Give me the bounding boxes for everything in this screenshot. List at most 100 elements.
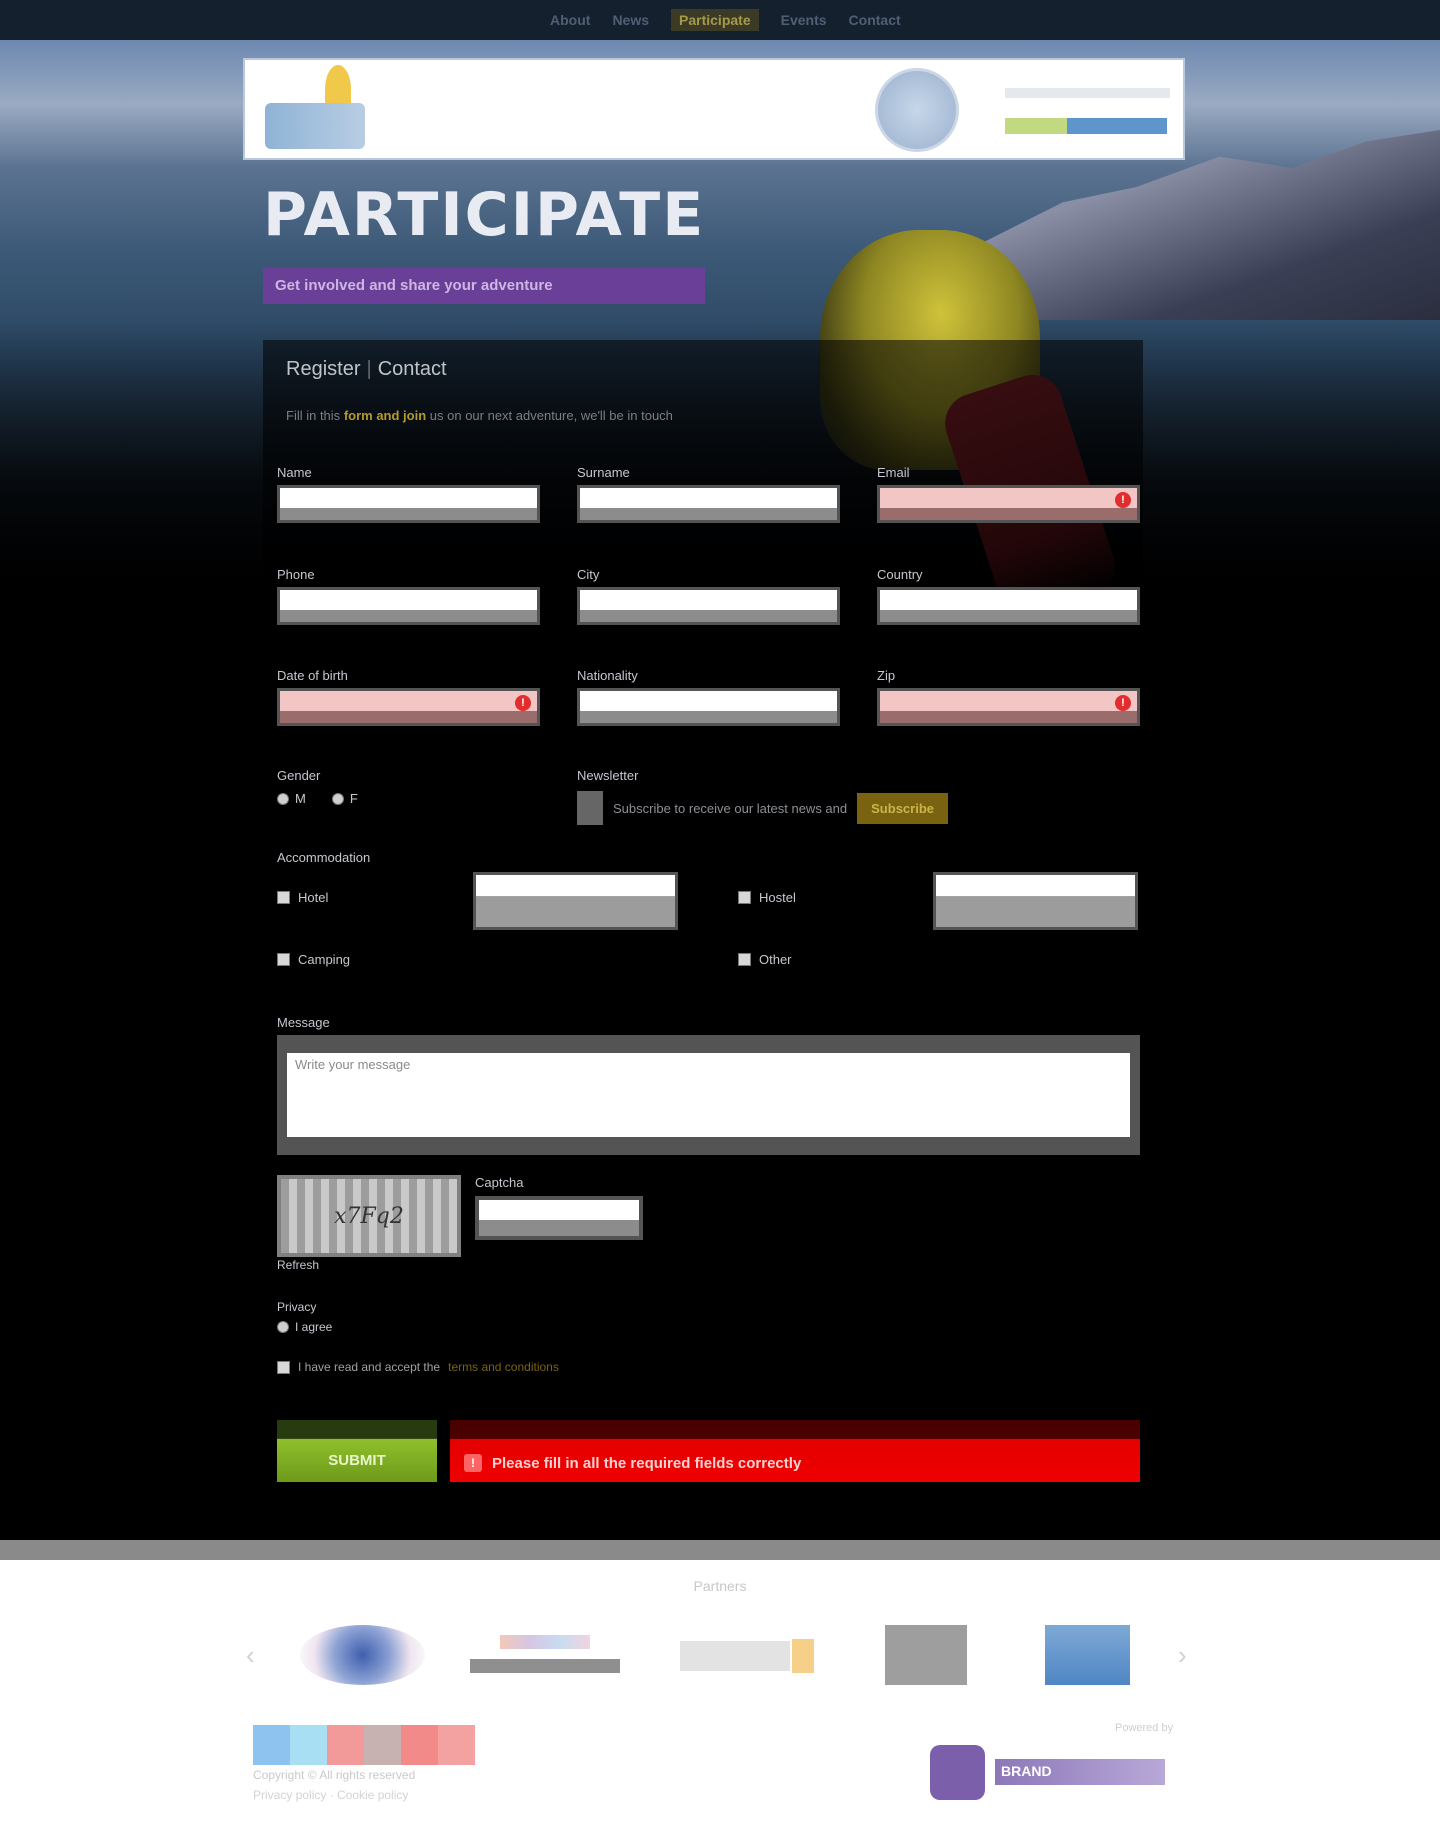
phone-input[interactable] xyxy=(277,587,540,625)
privacy-option-label: I agree xyxy=(295,1320,333,1334)
partner-logo[interactable] xyxy=(470,1625,620,1685)
captcha-input[interactable] xyxy=(475,1196,643,1240)
accommodation-option[interactable]: Hotel xyxy=(277,890,328,905)
partners-next-arrow-icon[interactable]: › xyxy=(1178,1640,1187,1671)
footer-brand-logo[interactable]: BRAND xyxy=(930,1745,1175,1800)
powered-by-label: Powered by xyxy=(1115,1722,1174,1734)
submit-button[interactable]: SUBMIT xyxy=(277,1420,437,1482)
first-name-input[interactable] xyxy=(277,485,540,523)
accommodation-option-label: Hotel xyxy=(298,890,329,905)
last-name-label: Surname xyxy=(577,465,630,480)
radio-icon[interactable] xyxy=(277,792,289,805)
accommodation-label: Accommodation xyxy=(277,850,371,865)
checkbox-icon[interactable] xyxy=(738,953,751,966)
country-input[interactable] xyxy=(877,587,1140,625)
last-name-field: Surname xyxy=(577,465,840,523)
email-label: Email xyxy=(877,465,910,480)
newsletter-text: Subscribe to receive our latest news and xyxy=(613,800,848,816)
form-heading-sub: Contact xyxy=(377,358,447,380)
nav-link-active[interactable]: Participate xyxy=(671,9,759,31)
newsletter-subscribe-button[interactable]: Subscribe xyxy=(857,792,948,824)
last-name-input[interactable] xyxy=(577,485,840,523)
youtube-icon[interactable] xyxy=(327,1725,364,1765)
brand-text: BRAND xyxy=(995,1759,1165,1785)
message-label: Message xyxy=(277,1015,330,1030)
error-icon: ! xyxy=(464,1454,482,1472)
accommodation-input[interactable] xyxy=(473,872,678,930)
privacy-label: Privacy xyxy=(277,1300,317,1314)
gender-option-f[interactable]: F xyxy=(331,791,358,806)
twitter-icon[interactable] xyxy=(253,1725,290,1765)
partner-logo-graphic xyxy=(792,1639,814,1673)
zip-field: Zip ! xyxy=(877,668,1140,726)
sponsor-logo-green xyxy=(1005,118,1067,134)
flickr-icon[interactable] xyxy=(401,1725,438,1765)
radio-icon[interactable] xyxy=(277,1321,289,1333)
city-label: City xyxy=(577,567,600,582)
partners-title: Partners xyxy=(693,1578,747,1594)
logo-mark xyxy=(265,103,365,149)
facebook-icon[interactable] xyxy=(290,1725,327,1765)
gender-options: M F xyxy=(277,791,358,806)
privacy-option[interactable]: I agree xyxy=(277,1320,332,1334)
gender-label: Gender xyxy=(277,768,321,783)
first-name-label: Name xyxy=(277,465,312,480)
checkbox-icon[interactable] xyxy=(277,953,290,966)
sponsor-logo[interactable] xyxy=(1005,82,1173,142)
radio-icon[interactable] xyxy=(331,792,344,805)
partners-prev-arrow-icon[interactable]: ‹ xyxy=(246,1640,255,1671)
pinterest-icon[interactable] xyxy=(438,1725,475,1765)
nationality-label: Nationality xyxy=(577,668,638,683)
partner-logo[interactable] xyxy=(1045,1625,1130,1685)
gender-option-m[interactable]: M xyxy=(277,791,306,806)
form-heading-main: Register xyxy=(286,358,361,380)
terms-link[interactable]: terms and conditions xyxy=(448,1360,559,1374)
error-icon: ! xyxy=(1115,695,1131,711)
email-field: Email ! xyxy=(877,465,1140,523)
birth-date-input[interactable]: ! xyxy=(277,688,540,726)
form-heading-sep: | xyxy=(366,358,372,380)
sponsor-logo-blue xyxy=(1067,118,1167,134)
partner-logo-text xyxy=(470,1659,620,1673)
accommodation-option-label: Other xyxy=(759,952,792,967)
nav-link[interactable]: Contact xyxy=(849,12,901,28)
accommodation-option[interactable]: Camping xyxy=(277,952,350,967)
city-input[interactable] xyxy=(577,587,840,625)
partner-logo[interactable] xyxy=(300,1625,425,1685)
partners-section: Partners ‹ › xyxy=(0,1540,1440,1710)
nav-link[interactable]: Events xyxy=(781,12,827,28)
zip-input[interactable]: ! xyxy=(877,688,1140,726)
footer-links[interactable]: Privacy policy · Cookie policy xyxy=(253,1788,408,1802)
checkbox-icon[interactable] xyxy=(738,891,751,904)
newsletter-checkbox[interactable] xyxy=(577,791,603,825)
country-field: Country xyxy=(877,567,1140,625)
captcha-label: Captcha xyxy=(475,1175,524,1190)
error-icon: ! xyxy=(515,695,531,711)
site-logo[interactable] xyxy=(265,65,375,155)
checkbox-icon[interactable] xyxy=(277,891,290,904)
social-links xyxy=(253,1725,475,1765)
nav-link[interactable]: About xyxy=(550,12,590,28)
terms-checkbox[interactable] xyxy=(277,1360,290,1374)
partner-logo-graphic xyxy=(500,1635,590,1649)
accommodation-option[interactable]: Hostel xyxy=(738,890,796,905)
message-textarea[interactable]: Write your message xyxy=(277,1035,1140,1155)
birth-date-label: Date of birth xyxy=(277,668,348,683)
newsletter-label: Newsletter xyxy=(577,768,639,783)
intro-highlight: form and join xyxy=(343,408,427,423)
nav-link[interactable]: News xyxy=(612,12,649,28)
header-bar xyxy=(243,58,1185,160)
accommodation-input[interactable] xyxy=(933,872,1138,930)
page-subtitle: Get involved and share your adventure xyxy=(263,268,705,304)
partner-logo[interactable] xyxy=(680,1625,820,1685)
footer-copyright: Copyright © All rights reserved xyxy=(253,1768,416,1782)
email-input[interactable]: ! xyxy=(877,485,1140,523)
phone-field: Phone xyxy=(277,567,540,625)
captcha-refresh-link[interactable]: Refresh xyxy=(277,1258,319,1272)
instagram-icon[interactable] xyxy=(364,1725,401,1765)
accommodation-option[interactable]: Other xyxy=(738,952,792,967)
brand-icon xyxy=(930,1745,985,1800)
nationality-input[interactable] xyxy=(577,688,840,726)
partner-logo[interactable] xyxy=(885,1625,967,1685)
intro-text: Fill in this xyxy=(286,408,341,423)
